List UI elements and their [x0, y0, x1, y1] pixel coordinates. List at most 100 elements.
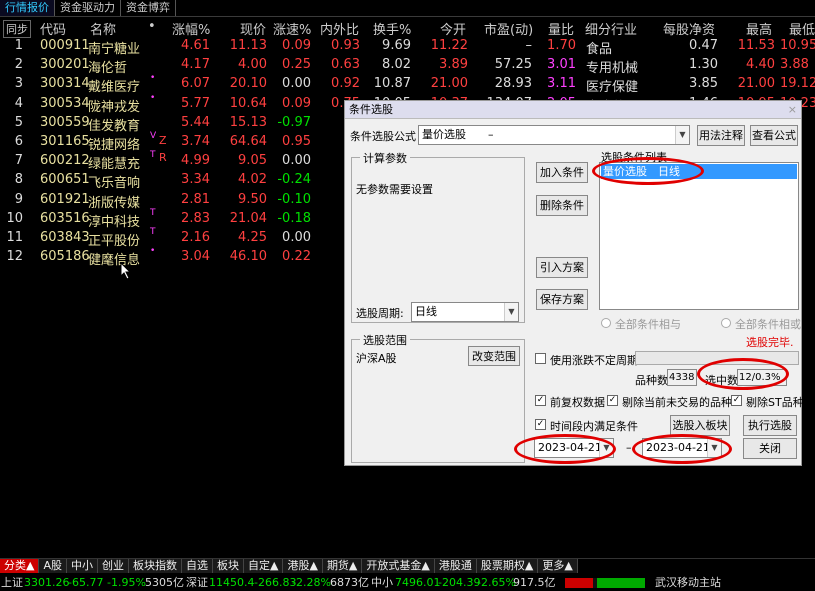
- header-low[interactable]: 最低: [789, 19, 815, 38]
- bottom-tab[interactable]: 中小: [67, 559, 98, 573]
- table-row[interactable]: 2 300201 海伦哲 4.17 4.00 0.25 0.63 8.02 3.89 57.25 3…: [0, 56, 815, 76]
- bottom-tab[interactable]: 开放式基金▲: [362, 559, 435, 573]
- formula-select[interactable]: 量价选股 – ▼: [418, 125, 690, 145]
- bottom-tab[interactable]: 港股▲: [283, 559, 323, 573]
- header-turnover[interactable]: 换手%: [373, 19, 411, 38]
- header-high[interactable]: 最高: [746, 19, 772, 38]
- header-ratio[interactable]: 内外比: [320, 19, 359, 38]
- row-name: 戴维医疗: [88, 80, 141, 96]
- row-speed: 0.25: [282, 57, 311, 73]
- header-pe[interactable]: 市盈(动): [484, 19, 533, 38]
- server-name[interactable]: 武汉移动主站: [655, 575, 721, 591]
- row-mark: •: [150, 246, 156, 257]
- close-button[interactable]: 关闭: [743, 438, 797, 459]
- remove-st-checkbox[interactable]: ✓: [731, 395, 742, 406]
- remove-untraded-checkbox[interactable]: ✓: [607, 395, 618, 406]
- to-block-button[interactable]: 选股入板块: [670, 415, 730, 436]
- bottom-tab[interactable]: 自定▲: [244, 559, 284, 573]
- range-value: 沪深A股: [356, 352, 397, 365]
- row-index: 7: [14, 153, 23, 169]
- bottom-tab[interactable]: 期货▲: [322, 559, 363, 573]
- row-pe: 57.25: [494, 57, 532, 73]
- row-high: 11.53: [737, 38, 775, 53]
- row-price: 10.64: [229, 95, 267, 111]
- dialog-title: 条件选股: [349, 103, 393, 116]
- sh-change: -65.77: [68, 576, 104, 589]
- time-cond-checkbox[interactable]: ✓: [535, 419, 546, 430]
- period-select[interactable]: 日线 ▼: [411, 302, 519, 322]
- row-code: 000911: [40, 38, 90, 53]
- highlight-oval-date-from: [514, 434, 616, 464]
- sh-pct: -1.95%: [107, 576, 146, 589]
- row-code: 600212: [40, 153, 90, 169]
- row-open: 21.00: [430, 76, 468, 92]
- remove-untraded-label: 剔除当前未交易的品种: [622, 396, 732, 409]
- bottom-tab[interactable]: 自选: [182, 559, 213, 573]
- change-range-button[interactable]: 改变范围: [468, 346, 520, 366]
- row-price: 64.64: [229, 134, 267, 149]
- pre-rights-checkbox[interactable]: ✓: [535, 395, 546, 406]
- header-speed[interactable]: 涨速%: [273, 19, 311, 38]
- header-price[interactable]: 现价: [240, 19, 266, 38]
- sync-button[interactable]: 同步: [3, 20, 31, 38]
- bottom-tab[interactable]: A股: [39, 559, 67, 573]
- row-ratio: 0.93: [331, 38, 360, 53]
- row-change-pct: 2.83: [181, 210, 210, 226]
- import-plan-button[interactable]: 引入方案: [536, 257, 588, 278]
- row-ratio: 0.63: [331, 57, 360, 73]
- header-nav[interactable]: 每股净资: [663, 19, 715, 38]
- done-text: 选股完毕.: [746, 336, 794, 349]
- header-vol-ratio[interactable]: 量比: [548, 19, 574, 38]
- tab-capital-drive[interactable]: 资金驱动力: [55, 0, 121, 16]
- header-open[interactable]: 今开: [440, 19, 466, 38]
- row-speed: -0.10: [277, 191, 311, 207]
- tab-capital-game[interactable]: 资金博弈: [121, 0, 176, 16]
- row-pe: –: [525, 38, 533, 53]
- sz-name: 深证: [186, 576, 208, 589]
- header-industry[interactable]: 细分行业: [585, 19, 637, 38]
- bottom-tab[interactable]: 港股通: [434, 559, 477, 573]
- table-row[interactable]: 1 000911 南宁糖业 4.61 11.13 0.09 0.93 9.69 11.22 –1.…: [0, 37, 815, 57]
- bottom-tab[interactable]: 更多▲: [538, 559, 578, 573]
- row-index: 8: [14, 172, 23, 188]
- row-price: 15.13: [229, 114, 267, 130]
- run-select-button[interactable]: 执行选股: [743, 415, 797, 436]
- top-tabs: 行情报价 资金驱动力 资金博弈: [0, 0, 815, 17]
- row-change-pct: 4.99: [181, 153, 210, 169]
- view-formula-button[interactable]: 查看公式: [750, 125, 798, 146]
- count-value: 4338: [667, 369, 697, 386]
- row-mark: •: [150, 92, 156, 103]
- usage-button[interactable]: 用法注释: [697, 125, 745, 146]
- cursor-icon: [120, 262, 132, 280]
- row-price: 20.10: [229, 76, 267, 92]
- delete-condition-button[interactable]: 删除条件: [536, 195, 588, 216]
- calc-params-group: 计算参数 无参数需要设置 选股周期: 日线 ▼: [351, 150, 525, 323]
- use-limit-checkbox[interactable]: [535, 353, 546, 364]
- zx-name: 中小: [371, 576, 393, 589]
- dialog-titlebar: 条件选股 ×: [345, 101, 801, 119]
- add-condition-button[interactable]: 加入条件: [536, 162, 588, 183]
- row-name: 健麾信息: [88, 253, 141, 269]
- tab-quote[interactable]: 行情报价: [0, 0, 55, 16]
- save-plan-button[interactable]: 保存方案: [536, 289, 588, 310]
- bottom-tab[interactable]: 创业: [98, 559, 129, 573]
- radio-all-or[interactable]: [721, 318, 731, 328]
- row-nav: 0.47: [689, 38, 718, 53]
- row-name: 佳发教育: [88, 118, 141, 134]
- row-turnover: 10.87: [373, 76, 411, 92]
- bottom-tab[interactable]: 板块指数: [129, 559, 182, 573]
- bottom-tab[interactable]: 分类▲: [0, 559, 40, 573]
- highlight-oval-date-to: [632, 434, 732, 464]
- radio-all-and[interactable]: [601, 318, 611, 328]
- close-icon[interactable]: ×: [788, 101, 797, 119]
- header-code[interactable]: 代码: [40, 19, 66, 38]
- bottom-tab[interactable]: 板块: [213, 559, 244, 573]
- bottom-tab[interactable]: 股票期权▲: [476, 559, 539, 573]
- marker-r: R: [159, 151, 167, 164]
- header-change-pct[interactable]: 涨幅%: [172, 19, 210, 38]
- row-nav: 1.30: [689, 57, 718, 73]
- row-index: 6: [14, 134, 23, 149]
- header-name[interactable]: 名称: [90, 19, 116, 38]
- table-row[interactable]: 3 300314 戴维医疗 • 6.07 20.10 0.00 0.92 10.87 21.00 2…: [0, 73, 815, 96]
- highlight-oval-list: [592, 157, 704, 185]
